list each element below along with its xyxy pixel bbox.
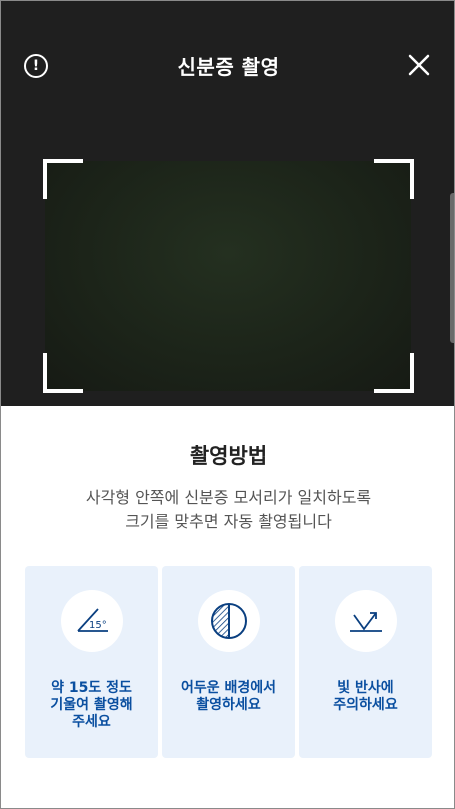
camera-view: ! 신분증 촬영 <box>1 1 454 406</box>
tilt-angle-graphic: 15° <box>76 608 108 632</box>
frame-corner-top-right <box>374 159 414 199</box>
tip-cards: 15° 약 15도 정도 기울여 촬영해 주세요 어두운 배경에서 촬영하세요 … <box>25 566 432 758</box>
tip-card-reflection[interactable]: 빛 반사에 주의하세요 <box>299 566 432 758</box>
guide-sheet: 촬영방법 사각형 안쪽에 신분증 모서리가 일치하도록 크기를 맞추면 자동 촬… <box>1 406 454 808</box>
tip-card-dark-background[interactable]: 어두운 배경에서 촬영하세요 <box>162 566 295 758</box>
frame-corner-bottom-right <box>374 353 414 393</box>
frame-corner-top-left <box>43 159 83 199</box>
frame-corner-bottom-left <box>43 353 83 393</box>
header: ! 신분증 촬영 <box>1 1 454 131</box>
tip-card-tilt[interactable]: 15° 약 15도 정도 기울여 촬영해 주세요 <box>25 566 158 758</box>
angle-label: 15° <box>89 620 107 631</box>
guide-title: 촬영방법 <box>189 444 268 468</box>
page-title: 신분증 촬영 <box>177 55 280 79</box>
side-scroll-handle[interactable] <box>450 193 454 343</box>
guide-description-line-1: 사각형 안쪽에 신분증 모서리가 일치하도록 <box>85 488 372 507</box>
camera-preview <box>45 161 411 391</box>
guide-description: 사각형 안쪽에 신분증 모서리가 일치하도록 크기를 맞추면 자동 촬영됩니다 <box>1 486 454 534</box>
reflection-graphic <box>349 612 382 632</box>
tilt-angle-icon: 15° <box>60 590 123 652</box>
tip-text-tilt: 약 15도 정도 기울여 촬영해 주세요 <box>50 680 133 730</box>
tip-text-reflection: 빛 반사에 주의하세요 <box>333 680 398 713</box>
reflection-icon <box>334 590 397 652</box>
close-icon[interactable] <box>405 51 433 79</box>
contrast-icon <box>197 590 260 652</box>
guide-description-line-2: 크기를 맞추면 자동 촬영됩니다 <box>125 512 332 531</box>
tip-text-dark-background: 어두운 배경에서 촬영하세요 <box>180 680 277 713</box>
app-frame: ! 신분증 촬영 촬영방법 사각형 안쪽에 신분증 모서리가 일치하도록 크기를… <box>0 0 455 809</box>
contrast-graphic <box>210 603 247 639</box>
